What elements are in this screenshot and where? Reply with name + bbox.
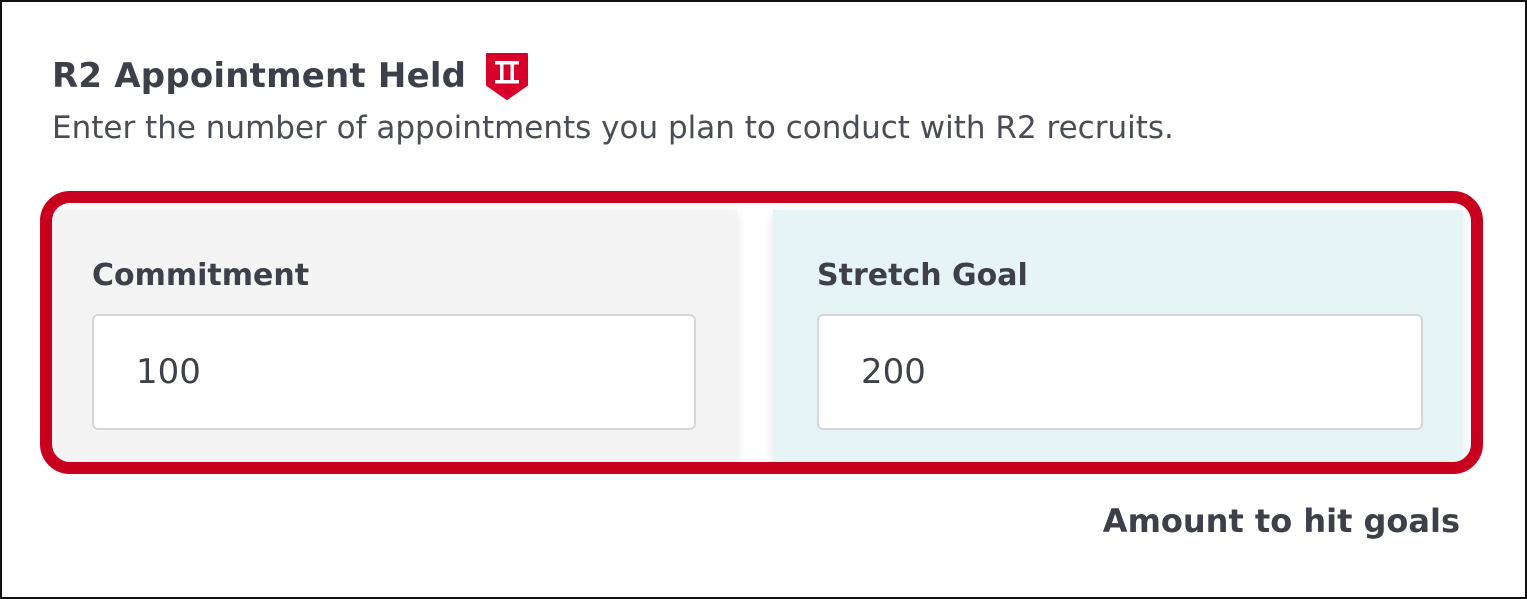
commitment-panel: Commitment 100 [54,210,737,462]
stretch-goal-input-value: 200 [861,352,926,392]
commitment-input-value: 100 [136,352,201,392]
commitment-input[interactable]: 100 [92,314,696,430]
stretch-goal-input[interactable]: 200 [817,314,1423,430]
section-description: Enter the number of appointments you pla… [52,110,1174,146]
section-header: R2 Appointment Held [52,50,530,102]
stretch-goal-panel: Stretch Goal 200 [773,210,1463,462]
shield-roman-two-icon-graphic [486,53,529,100]
commitment-label: Commitment [92,258,310,293]
stretch-goal-label: Stretch Goal [817,258,1028,293]
amount-to-hit-goals-label: Amount to hit goals [1102,502,1460,540]
section-title: R2 Appointment Held [52,56,467,96]
card-frame: R2 Appointment Held Enter the number of … [0,0,1527,599]
shield-roman-two-icon [484,51,530,101]
